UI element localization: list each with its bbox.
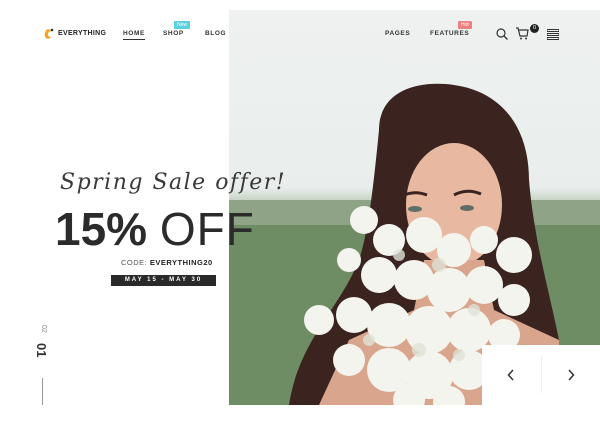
nav-blog[interactable]: BLOG (205, 30, 226, 37)
hot-badge: Hot (458, 21, 472, 29)
cart-count-badge: 0 (530, 24, 539, 33)
slide-current: 01 (34, 343, 49, 358)
chevron-left-icon (507, 365, 515, 386)
nav-features[interactable]: FEATURES (430, 30, 469, 37)
promo-discount: 15% OFF (55, 202, 255, 256)
logo-text: EVERYTHING (58, 29, 107, 37)
next-slide-button[interactable] (542, 345, 600, 405)
slide-total: 02 (40, 325, 47, 333)
slide-counter: 02 01 (34, 325, 49, 365)
slider-nav (482, 345, 600, 405)
brand-logo[interactable]: EVERYTHING (44, 27, 106, 39)
promo-dates: MAY 15 - MAY 30 (111, 275, 216, 286)
discount-word: OFF (159, 203, 255, 255)
nav-shop[interactable]: SHOP (163, 30, 184, 37)
logo-mark-icon (44, 27, 54, 39)
promo-code-label: CODE: (121, 258, 148, 267)
search-icon[interactable] (496, 27, 508, 45)
nav-pages[interactable]: PAGES (385, 30, 410, 37)
discount-percent: 15% (55, 203, 148, 255)
promo-code: CODE: EVERYTHING20 (121, 258, 213, 267)
chevron-right-icon (567, 365, 575, 386)
promo-title: Spring Sale offer! (60, 170, 287, 195)
promo-code-value: EVERYTHING20 (149, 258, 213, 267)
nav-home[interactable]: HOME (123, 30, 145, 40)
menu-icon[interactable] (546, 27, 560, 45)
cart-icon[interactable] (515, 27, 529, 45)
prev-slide-button[interactable] (482, 345, 541, 405)
slide-progress-line (42, 378, 43, 405)
new-badge: New (174, 21, 191, 29)
